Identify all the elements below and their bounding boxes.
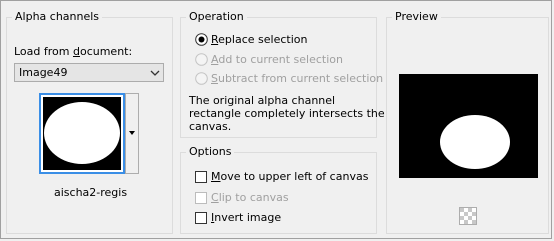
options-title: Options [186,145,235,159]
clip-to-canvas-label[interactable]: Clip to canvas [211,191,289,205]
chevron-down-icon [150,70,160,76]
thumbnail-image [43,97,121,170]
load-from-document-label: Load from document: [14,45,133,58]
invert-image-checkbox[interactable] [195,212,207,224]
preview-ellipse [440,115,510,169]
operation-info-line-3: canvas. [189,120,232,133]
preview-title: Preview [392,10,441,24]
subtract-from-selection-radio[interactable] [195,72,208,85]
transparency-checker-icon[interactable] [459,207,477,225]
thumbnail-caption: aischa2-regis [54,186,128,199]
thumbnail-dropdown-button[interactable] [125,93,139,174]
document-select[interactable]: Image49 [14,63,164,82]
operation-info-line-2: rectangle completely intersects the [189,107,385,120]
thumbnail-ellipse [44,102,120,164]
alpha-channel-thumbnail[interactable] [39,93,125,174]
caret-down-icon [129,131,135,135]
dialog-frame: Alpha channels Load from document: Image… [0,0,552,239]
preview-image [399,74,538,178]
add-to-selection-label[interactable]: Add to current selection [211,53,343,67]
operation-title: Operation [186,10,247,24]
move-to-upper-left-label[interactable]: Move to upper left of canvas [211,170,368,184]
invert-image-label[interactable]: Invert image [211,211,281,225]
subtract-from-selection-label[interactable]: Subtract from current selection [211,72,383,86]
clip-to-canvas-checkbox[interactable] [195,192,207,204]
add-to-selection-radio[interactable] [195,53,208,66]
document-select-value: Image49 [19,66,68,79]
checkerboard-icon [460,208,476,224]
operation-info-line-1: The original alpha channel [189,94,336,107]
move-to-upper-left-checkbox[interactable] [195,171,207,183]
alpha-channels-title: Alpha channels [12,10,103,24]
replace-selection-label[interactable]: Replace selection [211,33,307,47]
replace-selection-radio[interactable] [195,33,208,46]
